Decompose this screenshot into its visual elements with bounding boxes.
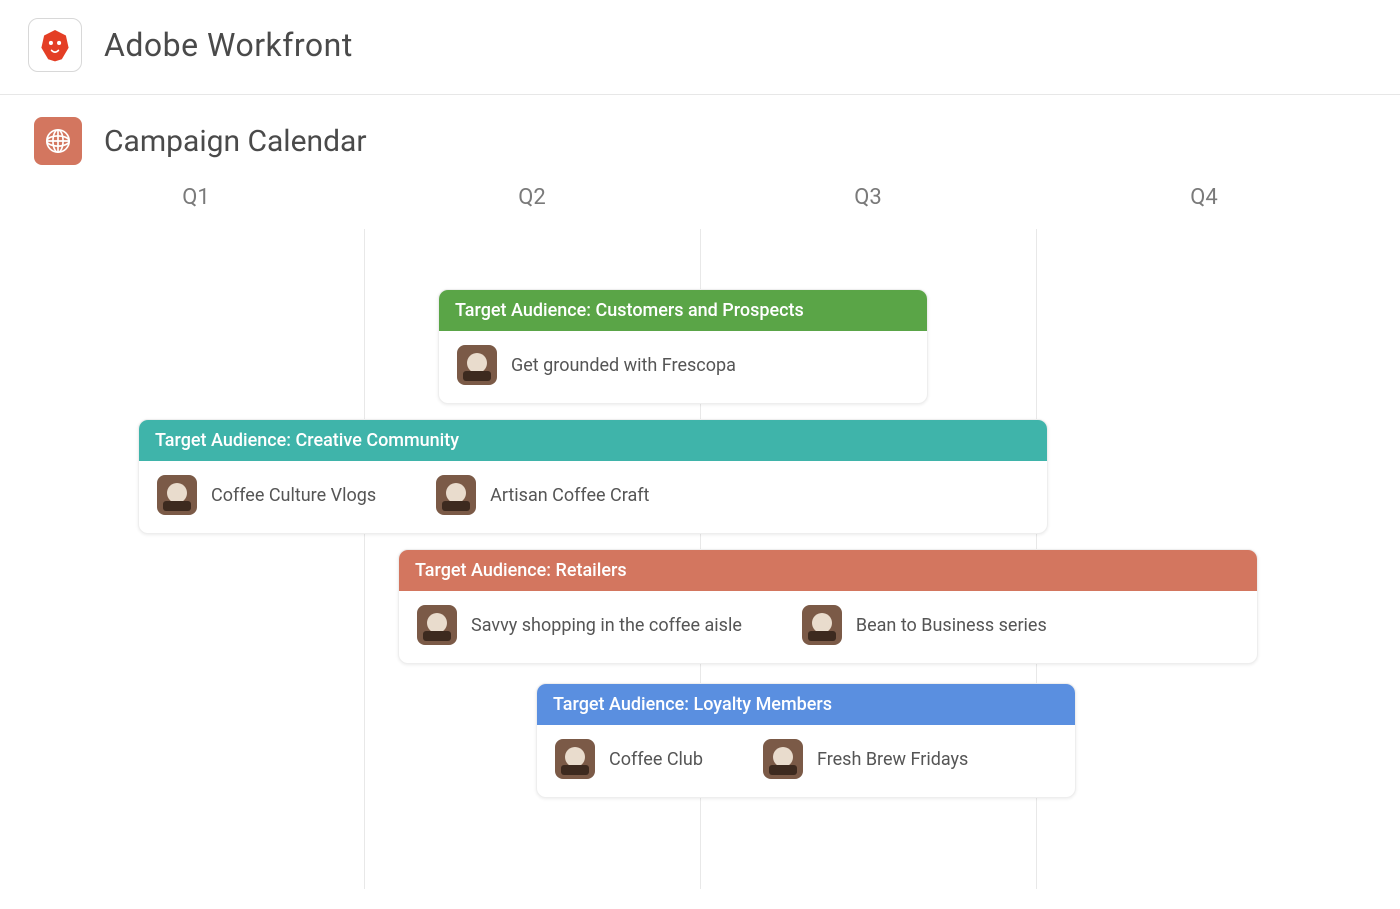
group-body: Coffee Club Fresh Brew Fridays	[537, 725, 1075, 797]
campaign-group-creative-community[interactable]: Target Audience: Creative CommunityCoffe…	[138, 419, 1048, 534]
app-logo	[28, 18, 82, 72]
mug-thumb-icon	[763, 739, 803, 779]
campaign-item-label: Bean to Business series	[856, 615, 1047, 636]
quarter-label: Q4	[1036, 185, 1372, 210]
lion-icon	[38, 28, 72, 62]
campaign-group-customers-prospects[interactable]: Target Audience: Customers and Prospects…	[438, 289, 928, 404]
campaign-item-label: Savvy shopping in the coffee aisle	[471, 615, 742, 636]
machine-thumb-icon	[417, 605, 457, 645]
pour-thumb-icon	[555, 739, 595, 779]
campaign-item[interactable]: Fresh Brew Fridays	[763, 739, 968, 779]
group-header: Target Audience: Creative Community	[139, 420, 1047, 461]
campaign-item[interactable]: Get grounded with Frescopa	[457, 345, 736, 385]
app-header: Adobe Workfront	[0, 0, 1400, 95]
group-header: Target Audience: Customers and Prospects	[439, 290, 927, 331]
campaign-item-label: Fresh Brew Fridays	[817, 749, 968, 770]
campaign-item[interactable]: Coffee Culture Vlogs	[157, 475, 376, 515]
page-title: Campaign Calendar	[104, 124, 367, 159]
group-body: Get grounded with Frescopa	[439, 331, 927, 403]
group-header: Target Audience: Retailers	[399, 550, 1257, 591]
campaign-item[interactable]: Bean to Business series	[802, 605, 1047, 645]
campaign-item[interactable]: Coffee Club	[555, 739, 703, 779]
campaign-item-label: Coffee Club	[609, 749, 703, 770]
espresso-cup-thumb-icon	[436, 475, 476, 515]
campaign-item-label: Get grounded with Frescopa	[511, 355, 736, 376]
quarters-header: Q1 Q2 Q3 Q4	[28, 185, 1372, 229]
campaign-item[interactable]: Savvy shopping in the coffee aisle	[417, 605, 742, 645]
group-header: Target Audience: Loyalty Members	[537, 684, 1075, 725]
group-body: Savvy shopping in the coffee aisle Bean t…	[399, 591, 1257, 663]
calendar: Q1 Q2 Q3 Q4 Target Audience: Customers a…	[0, 175, 1400, 909]
latte-thumb-icon	[457, 345, 497, 385]
globe-icon	[34, 117, 82, 165]
group-body: Coffee Culture Vlogs Artisan Coffee Craft	[139, 461, 1047, 533]
campaign-group-loyalty-members[interactable]: Target Audience: Loyalty MembersCoffee C…	[536, 683, 1076, 798]
campaign-item-label: Artisan Coffee Craft	[490, 485, 649, 506]
person-cafe-thumb-icon	[157, 475, 197, 515]
beans-thumb-icon	[802, 605, 842, 645]
quarter-label: Q3	[700, 185, 1036, 210]
quarter-label: Q2	[364, 185, 700, 210]
campaign-item[interactable]: Artisan Coffee Craft	[436, 475, 649, 515]
page-header: Campaign Calendar	[0, 95, 1400, 175]
tracks-area: Target Audience: Customers and Prospects…	[28, 229, 1372, 889]
campaign-item-label: Coffee Culture Vlogs	[211, 485, 376, 506]
app-title: Adobe Workfront	[104, 26, 353, 64]
quarter-label: Q1	[28, 185, 364, 210]
campaign-group-retailers[interactable]: Target Audience: RetailersSavvy shopping…	[398, 549, 1258, 664]
